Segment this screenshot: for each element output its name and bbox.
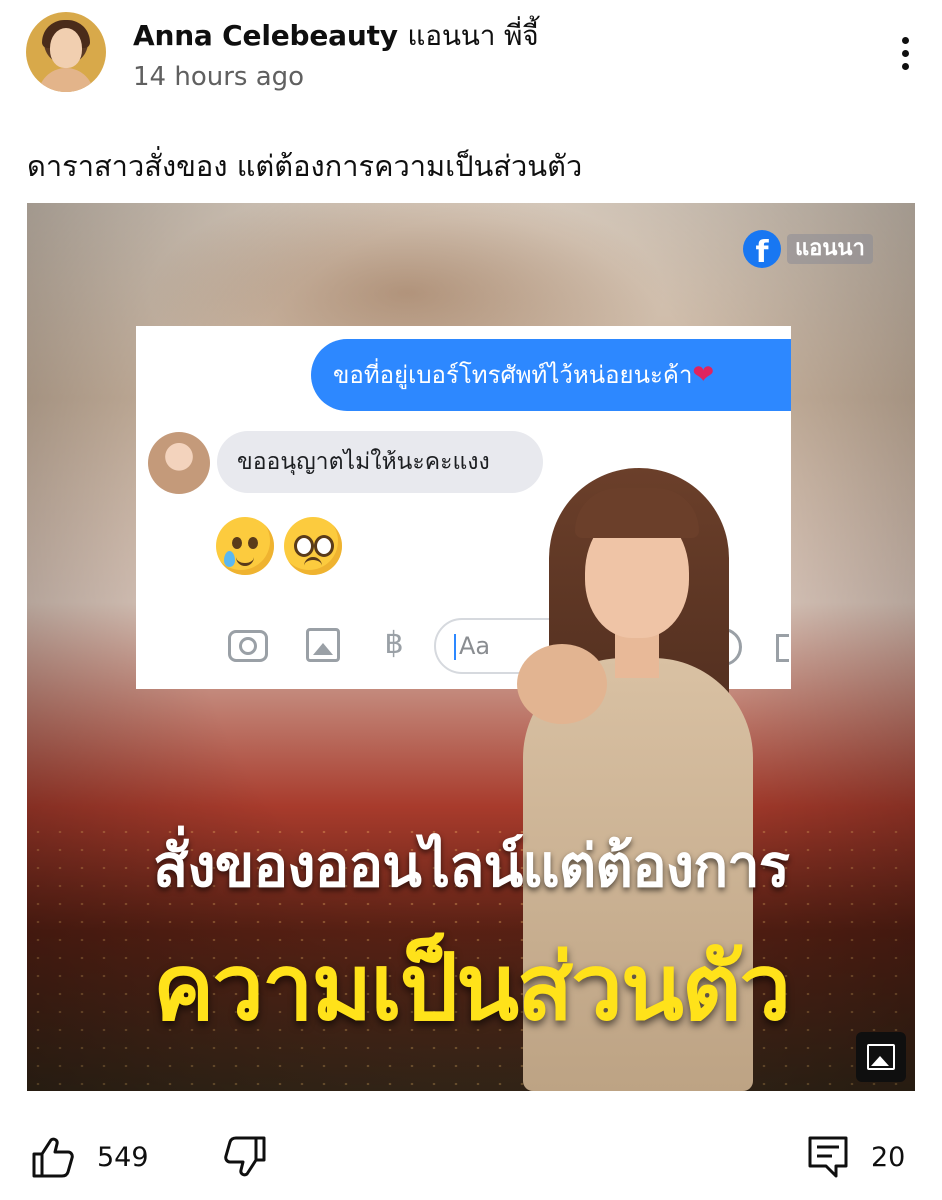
source-tag: f แอนนา — [743, 230, 873, 268]
avatar-face — [50, 28, 82, 68]
post-image[interactable]: f แอนนา ขอที่อยู่เบอร์โทรศัพท์ไว้หน่อยนะ… — [27, 203, 915, 1091]
source-tag-label: แอนนา — [787, 234, 873, 264]
comment-icon[interactable] — [806, 1134, 852, 1180]
thumbs-up-icon[interactable] — [30, 1134, 76, 1180]
author-name[interactable]: Anna Celebeauty แอนนา พี่จี้ — [133, 14, 539, 58]
heart-emoji-icon: ❤ — [692, 360, 715, 390]
incoming-message-bubble: ขออนุญาตไม่ให้นะคะแงง — [217, 431, 543, 493]
channel-avatar[interactable] — [26, 12, 106, 92]
avatar-body — [38, 68, 94, 92]
baht-payment-icon: ฿ — [384, 626, 404, 661]
post-timestamp: 14 hours ago — [133, 62, 305, 92]
text-caret — [454, 634, 456, 660]
comment-count: 20 — [871, 1142, 906, 1173]
headline-line-2: ความเป็นส่วนตัว — [152, 934, 791, 1041]
chat-contact-avatar — [148, 432, 210, 494]
author-name-thai: แอนนา พี่จี้ — [407, 19, 539, 52]
message-input-placeholder: Aa — [459, 632, 491, 660]
thumbs-down-icon[interactable] — [222, 1134, 268, 1180]
camera-icon — [228, 630, 268, 662]
pleading-face-emoji-icon — [284, 517, 342, 575]
outgoing-message-bubble: ขอที่อยู่เบอร์โทรศัพท์ไว้หน่อยนะค้า❤ — [311, 339, 791, 411]
crying-face-emoji-icon — [216, 517, 274, 575]
author-name-latin: Anna Celebeauty — [133, 19, 398, 52]
image-gallery-icon[interactable] — [856, 1032, 906, 1082]
headline-line-1: สั่งของออนไลน์แต่ต้องการ — [153, 832, 790, 900]
gallery-image-icon — [306, 628, 340, 662]
more-options-icon[interactable] — [893, 34, 917, 74]
facebook-icon: f — [743, 230, 781, 268]
like-count: 549 — [97, 1142, 149, 1173]
post-caption: ดาราสาวสั่งของ แต่ต้องการความเป็นส่วนตัว — [27, 149, 583, 183]
outgoing-message-text: ขอที่อยู่เบอร์โทรศัพท์ไว้หน่อยนะค้า — [333, 361, 693, 389]
